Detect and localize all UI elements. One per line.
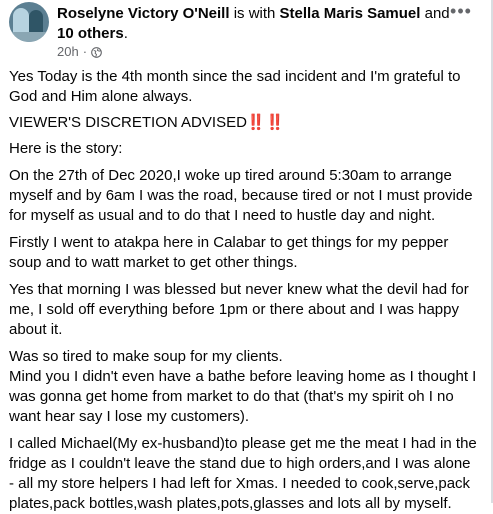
post-meta: 20h · bbox=[57, 44, 102, 60]
meta-separator: · bbox=[82, 44, 88, 59]
post-body: Yes Today is the 4th month since the sad… bbox=[9, 67, 479, 514]
globe-icon[interactable] bbox=[91, 46, 102, 58]
tagged-person-link[interactable]: Stella Maris Samuel bbox=[280, 5, 421, 22]
and-text: and bbox=[420, 5, 450, 22]
post-paragraph: Here is the story: bbox=[9, 140, 123, 157]
post-timestamp[interactable]: 20h bbox=[57, 44, 79, 60]
post-paragraph: Yes that morning I was blessed but never… bbox=[9, 281, 469, 338]
post-attribution: Roselyne Victory O'Neill is with Stella … bbox=[57, 4, 457, 44]
facebook-post: Roselyne Victory O'Neill is with Stella … bbox=[0, 0, 493, 512]
post-header: Roselyne Victory O'Neill is with Stella … bbox=[9, 2, 479, 60]
author-name-link[interactable]: Roselyne Victory O'Neill bbox=[57, 5, 230, 22]
author-avatar[interactable] bbox=[9, 2, 49, 42]
post-paragraph: VIEWER'S DISCRETION ADVISED‼️‼️ bbox=[9, 114, 285, 131]
more-options-icon[interactable]: ••• bbox=[449, 2, 473, 26]
post-paragraph: On the 27th of Dec 2020,I woke up tired … bbox=[9, 167, 473, 224]
period-text: . bbox=[123, 25, 128, 42]
post-paragraph: Was so tired to make soup for my clients… bbox=[9, 348, 477, 425]
post-paragraph: Yes Today is the 4th month since the sad… bbox=[9, 68, 461, 105]
others-link[interactable]: 10 others bbox=[57, 25, 124, 42]
post-paragraph: Firstly I went to atakpa here in Calabar… bbox=[9, 234, 449, 271]
with-text: is with bbox=[229, 5, 280, 22]
post-paragraph: I called Michael(My ex-husband)to please… bbox=[9, 435, 477, 512]
